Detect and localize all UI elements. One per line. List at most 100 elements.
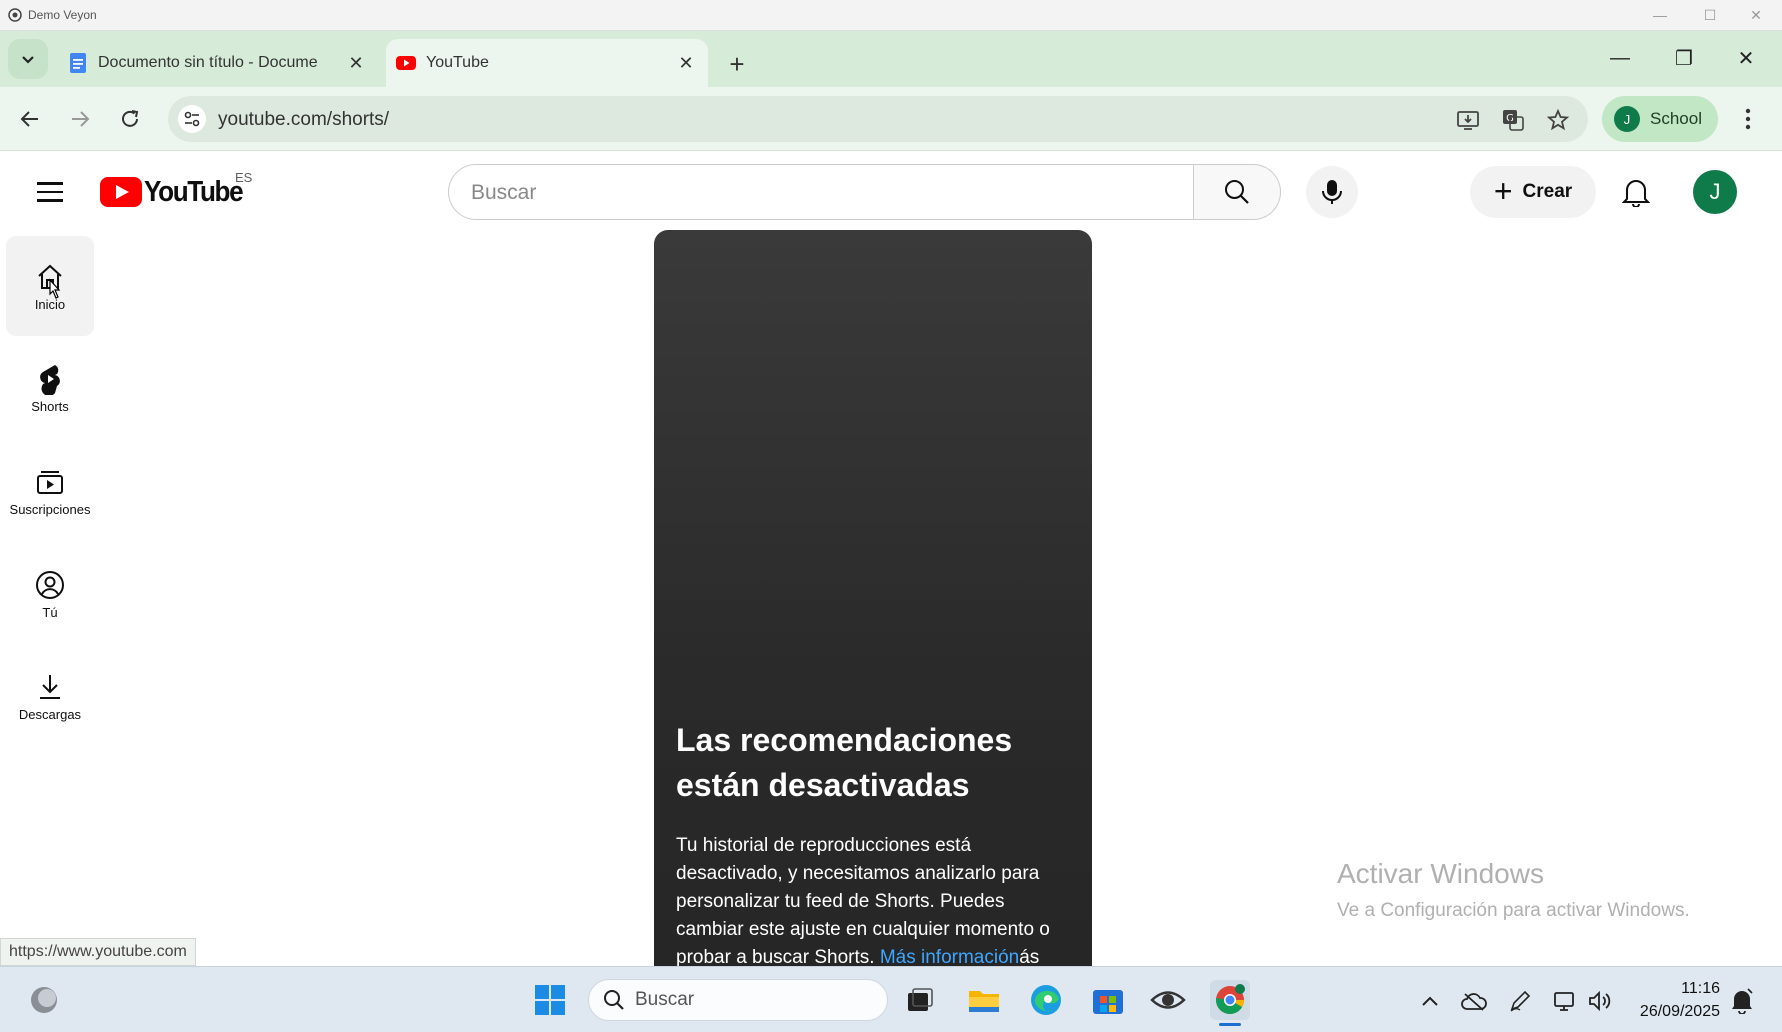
reload-button[interactable] [112,101,148,137]
taskbar-search[interactable]: Buscar [588,979,888,1021]
windows-taskbar: Buscar 11:16 26/09/2025 [0,966,1782,1032]
volume-icon[interactable] [1586,987,1614,1015]
sidebar-item-label: Descargas [18,706,82,722]
link-status-bubble: https://www.youtube.com [0,938,196,966]
translate-icon[interactable]: G [1499,106,1527,134]
microphone-icon [1322,180,1342,204]
tab-label: YouTube [426,54,489,71]
veyon-taskbar-icon[interactable] [1148,980,1188,1020]
profile-name: School [1650,109,1702,128]
back-button[interactable] [12,101,48,137]
chevron-up-icon[interactable] [1416,987,1444,1015]
veyon-minimize-button[interactable]: — [1640,4,1680,26]
downloads-icon [34,671,66,703]
more-vert-icon [1745,108,1751,130]
overflow-text: ás [1019,947,1040,966]
search-input[interactable]: Buscar [448,164,1194,220]
veyon-title: Demo Veyon [28,8,97,22]
tune-icon [184,111,200,127]
taskbar-search-label: Buscar [635,989,695,1010]
pen-icon[interactable] [1506,987,1534,1015]
browser-menu-button[interactable] [1730,101,1766,137]
windows-logo-icon [535,985,565,1015]
sidebar-item-suscripciones[interactable]: Suscripciones [6,441,94,541]
clock-time: 11:16 [1681,980,1720,997]
arrow-left-icon [20,111,38,127]
youtube-play-icon [100,177,142,207]
veyon-title-bar: Demo Veyon — ☐ ✕ [0,0,1782,31]
task-view-icon[interactable] [900,980,940,1020]
chevron-down-icon [22,56,34,64]
widgets-icon[interactable] [24,980,64,1020]
youtube-wordmark: YouTube [144,175,244,208]
sidebar-item-shorts[interactable]: Shorts [6,338,94,438]
tab-youtube[interactable]: YouTube ✕ [386,39,708,87]
forward-button[interactable] [62,101,98,137]
notifications-button[interactable] [1614,170,1658,214]
guide-menu-button[interactable] [30,172,70,212]
url-text[interactable]: youtube.com/shorts/ [218,109,389,131]
network-icon[interactable] [1550,987,1578,1015]
tab-label: Documento sin título - Docume [98,54,318,71]
onedrive-icon[interactable] [1460,987,1488,1015]
reload-icon [122,110,139,127]
chrome-taskbar-icon[interactable] [1210,980,1250,1020]
shorts-icon [34,363,66,395]
search-placeholder: Buscar [471,181,537,204]
sidebar-item-label: Tú [42,604,58,620]
recommendations-off-body: Tu historial de reproducciones está desa… [676,832,1076,966]
window-close-button[interactable]: ✕ [1726,40,1766,76]
veyon-logo-icon [8,8,22,22]
sidebar-item-label: Shorts [31,398,69,414]
create-button[interactable]: + Crear [1470,166,1596,218]
system-clock[interactable]: 11:16 26/09/2025 [1624,977,1720,1023]
create-label: Crear [1522,181,1573,202]
google-docs-icon [70,53,86,73]
site-info-button[interactable] [178,105,206,133]
search-icon [1225,180,1249,204]
browser-tab-strip: Documento sin título - Docume ✕ YouTube … [0,31,1782,87]
tab-close-icon[interactable]: ✕ [342,49,370,77]
tab-google-docs[interactable]: Documento sin título - Docume ✕ [58,39,378,87]
voice-search-button[interactable] [1306,166,1358,218]
youtube-logo[interactable]: YouTube [100,176,253,208]
profile-button[interactable]: J School [1602,96,1718,142]
you-icon [34,569,66,601]
sidebar-item-descargas[interactable]: Descargas [6,646,94,746]
browser-toolbar: youtube.com/shorts/ G J School [0,87,1782,151]
notification-bell-icon[interactable] [1728,987,1756,1015]
sidebar-item-label: Suscripciones [9,501,91,517]
tab-search-button[interactable] [8,39,48,79]
new-tab-button[interactable]: + [720,47,754,81]
account-avatar[interactable]: J [1693,170,1737,214]
arrow-right-icon [72,111,90,127]
clock-date: 26/09/2025 [1639,1003,1720,1020]
activate-windows-subtitle: Ve a Configuración para activar Windows. [1337,900,1690,921]
install-app-icon[interactable] [1454,106,1482,134]
bell-icon [1622,180,1650,207]
veyon-close-button[interactable]: ✕ [1736,4,1776,26]
address-bar[interactable]: youtube.com/shorts/ G [168,96,1588,142]
tab-close-icon[interactable]: ✕ [672,49,700,77]
search-button[interactable] [1193,164,1281,220]
country-code: ES [235,170,253,185]
search-icon [604,990,624,1010]
microsoft-store-icon[interactable] [1088,980,1128,1020]
active-app-indicator [1219,1023,1241,1026]
file-explorer-icon[interactable] [964,980,1004,1020]
profile-avatar: J [1614,106,1640,132]
window-minimize-button[interactable]: — [1600,40,1640,76]
edge-browser-icon[interactable] [1026,980,1066,1020]
activate-windows-watermark: Activar Windows Ve a Configuración para … [1337,858,1690,922]
learn-more-link[interactable]: Más información [880,947,1019,966]
recommendations-off-heading: Las recomendaciones están desactivadas [676,722,1013,803]
shorts-player: Las recomendaciones están desactivadas T… [654,230,1092,966]
youtube-favicon-icon [396,56,416,70]
sidebar-item-tu[interactable]: Tú [6,544,94,644]
subscriptions-icon [34,466,66,498]
window-restore-button[interactable]: ❐ [1664,40,1704,76]
start-button[interactable] [530,980,570,1020]
bookmark-star-icon[interactable] [1544,106,1572,134]
youtube-header: YouTube ES Buscar + Crear J [0,152,1782,228]
veyon-maximize-button[interactable]: ☐ [1690,4,1730,26]
